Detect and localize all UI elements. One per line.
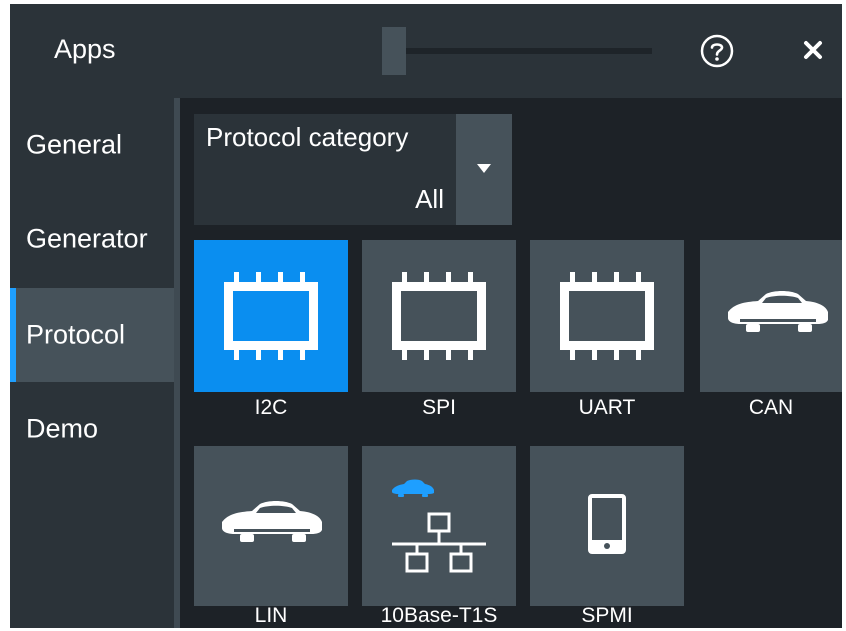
app-tile-uart[interactable] (530, 240, 684, 392)
app-tile-i2c[interactable] (194, 240, 348, 392)
car-icon (728, 291, 828, 332)
title-bar: Apps (10, 4, 842, 98)
app-label: 10Base-T1S (380, 604, 498, 627)
help-circle-icon (700, 34, 734, 68)
selection-indicator (10, 288, 16, 382)
protocol-category-value: All (415, 184, 444, 214)
app-tile-lin[interactable] (194, 446, 348, 606)
sidebar-item-label: Demo (26, 413, 99, 444)
app-label: SPI (422, 396, 456, 419)
app-label: CAN (748, 396, 794, 419)
sidebar-item-label: General (26, 129, 123, 160)
sidebar-item-generator[interactable]: Generator (10, 192, 174, 286)
protocol-category-label: Protocol category (206, 122, 409, 152)
mobile-phone-icon (588, 494, 626, 554)
caret-down-icon (477, 164, 491, 173)
sidebar: General Generator Protocol Demo (10, 98, 174, 628)
sidebar-item-demo[interactable]: Demo (10, 382, 174, 476)
protocol-category-dropdown-button[interactable] (456, 114, 512, 225)
app-tile-can[interactable] (700, 240, 842, 392)
sidebar-item-label: Generator (26, 223, 148, 254)
help-button[interactable] (700, 34, 734, 68)
transparency-slider-track[interactable] (382, 48, 652, 54)
chip-icon (392, 272, 486, 360)
app-label: SPMI (581, 604, 633, 627)
chip-icon (224, 272, 318, 360)
dialog-title: Apps (54, 34, 116, 64)
car-icon (222, 501, 322, 542)
chip-icon (560, 272, 654, 360)
sidebar-item-general[interactable]: General (10, 98, 174, 192)
sidebar-divider (174, 98, 180, 628)
app-label: UART (578, 396, 636, 419)
close-icon (804, 41, 822, 59)
apps-dialog: Apps General Generator Protocol Demo Pro… (10, 4, 842, 628)
network-icon (392, 479, 486, 573)
sidebar-item-protocol[interactable]: Protocol (10, 288, 174, 382)
app-tile-spi[interactable] (362, 240, 516, 392)
app-tile-10base-t1s[interactable] (362, 446, 516, 606)
close-button[interactable] (798, 35, 828, 65)
app-tile-spmi[interactable] (530, 446, 684, 606)
transparency-slider-thumb[interactable] (382, 27, 406, 75)
app-label: LIN (254, 604, 288, 627)
protocol-category-select[interactable]: Protocol category All (194, 114, 456, 225)
sidebar-item-label: Protocol (26, 319, 126, 350)
app-label: I2C (254, 396, 288, 419)
